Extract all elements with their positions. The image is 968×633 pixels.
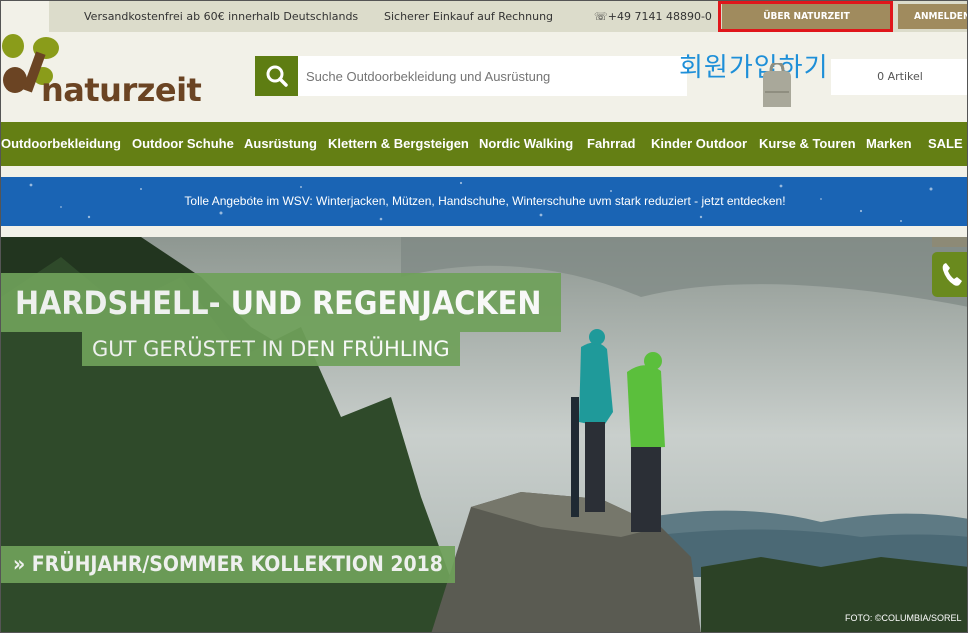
photo-credit: FOTO: ©COLUMBIA/SOREL [845,613,962,623]
cart-summary[interactable]: 0 Artikel [831,59,967,95]
logo-wordmark: naturzeit [41,71,202,109]
nav-kinder-outdoor[interactable]: Kinder Outdoor [651,122,747,166]
main-navigation: Outdoorbekleidung Outdoor Schuhe Ausrüst… [1,122,967,166]
secure-payment-info: Sicherer Einkauf auf Rechnung [384,10,554,23]
nav-klettern-bergsteigen[interactable]: Klettern & Bergsteigen [328,122,469,166]
page: Versandkostenfrei ab 60€ innerhalb Deuts… [0,0,968,633]
side-tab[interactable] [932,237,967,247]
nav-kurse-touren[interactable]: Kurse & Touren [759,122,856,166]
login-button[interactable]: ANMELDEN [898,4,967,29]
backpack-icon[interactable] [753,63,801,111]
hero-subtitle: GUT GERÜSTET IN DEN FRÜHLING [82,332,460,366]
nav-nordic-walking[interactable]: Nordic Walking [479,122,573,166]
shipping-info: Versandkostenfrei ab 60€ innerhalb Deuts… [84,10,359,23]
nav-marken[interactable]: Marken [866,122,912,166]
phone-number[interactable]: ☏+49 7141 48890-0 [594,10,712,23]
promo-text: Tolle Angebote im WSV: Winterjacken, Müt… [184,194,786,208]
nav-ausruestung[interactable]: Ausrüstung [244,122,317,166]
nav-outdoor-schuhe[interactable]: Outdoor Schuhe [132,122,234,166]
collection-link[interactable]: » FRÜHJAHR/SOMMER KOLLEKTION 2018 [1,546,455,583]
highlight-box [718,1,893,32]
nav-fahrrad[interactable]: Fahrrad [587,122,635,166]
search-icon [266,65,288,87]
nav-sale[interactable]: SALE [928,122,963,166]
promo-banner[interactable]: Tolle Angebote im WSV: Winterjacken, Müt… [1,177,967,226]
phone-icon [942,263,962,286]
phone-button[interactable] [932,252,967,297]
search-button[interactable] [255,56,298,96]
search-bar [255,56,687,96]
search-input[interactable] [298,56,683,96]
hero-title: HARDSHELL- UND REGENJACKEN [1,273,562,332]
nav-outdoorbekleidung[interactable]: Outdoorbekleidung [1,122,121,166]
